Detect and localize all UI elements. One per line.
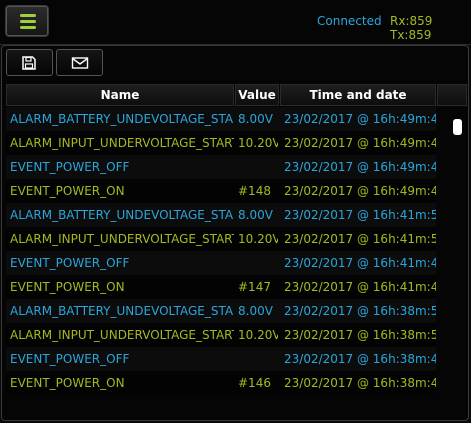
cell-time: 23/02/2017 @ 16h:38m:50s <box>284 304 436 318</box>
connection-status: Connected <box>317 14 382 28</box>
cell-name: EVENT_POWER_ON <box>10 376 125 390</box>
event-log-panel: Name Value Time and date ALARM_BATTERY_U… <box>1 45 469 421</box>
table-row[interactable]: EVENT_POWER_ON #147 23/02/2017 @ 16h:41m:4… <box>6 275 436 299</box>
hamburger-menu-icon <box>20 14 36 29</box>
save-icon <box>22 56 36 70</box>
table-row[interactable]: EVENT_POWER_OFF 23/02/2017 @ 16h:49m:41s <box>6 155 436 179</box>
envelope-icon <box>71 57 89 69</box>
cell-name: EVENT_POWER_OFF <box>10 352 130 366</box>
cell-name: EVENT_POWER_OFF <box>10 256 130 270</box>
column-header-name[interactable]: Name <box>6 84 234 106</box>
cell-value: 8.00V <box>238 112 273 126</box>
cell-name: EVENT_POWER_ON <box>10 184 125 198</box>
cell-name: ALARM_INPUT_UNDERVOLTAGE_START <box>10 232 234 246</box>
cell-name: EVENT_POWER_OFF <box>10 160 130 174</box>
cell-name: ALARM_BATTERY_UNDEVOLTAGE_START <box>10 304 234 318</box>
table-row[interactable]: ALARM_INPUT_UNDERVOLTAGE_START 10.20V 23/0… <box>6 323 436 347</box>
top-bar: Connected Rx:859 Tx:859 <box>0 0 471 45</box>
table-row[interactable]: ALARM_BATTERY_UNDEVOLTAGE_START 8.00V 23/0… <box>6 203 436 227</box>
cell-name: EVENT_POWER_ON <box>10 280 125 294</box>
event-table-body: ALARM_BATTERY_UNDEVOLTAGE_START 8.00V 23/0… <box>6 107 436 395</box>
rx-tx-counter: Rx:859 Tx:859 <box>390 14 433 42</box>
cell-value: 10.20V <box>238 328 278 342</box>
cell-value: 8.00V <box>238 304 273 318</box>
cell-time: 23/02/2017 @ 16h:38m:47s <box>284 352 436 366</box>
column-header-value[interactable]: Value <box>235 84 279 106</box>
table-row[interactable]: ALARM_BATTERY_UNDEVOLTAGE_START 8.00V 23/0… <box>6 107 436 131</box>
cell-time: 23/02/2017 @ 16h:49m:44s <box>284 112 436 126</box>
cell-value: #147 <box>238 280 271 294</box>
save-button[interactable] <box>6 49 53 76</box>
event-log-app: Connected Rx:859 Tx:859 Name Value Time … <box>0 0 471 423</box>
cell-name: ALARM_BATTERY_UNDEVOLTAGE_START <box>10 112 234 126</box>
cell-time: 23/02/2017 @ 16h:38m:47s <box>284 376 436 390</box>
cell-time: 23/02/2017 @ 16h:49m:44s <box>284 136 436 150</box>
cell-name: ALARM_BATTERY_UNDEVOLTAGE_START <box>10 208 234 222</box>
table-row[interactable]: EVENT_POWER_OFF 23/02/2017 @ 16h:38m:47s <box>6 347 436 371</box>
table-row[interactable]: EVENT_POWER_OFF 23/02/2017 @ 16h:41m:49s <box>6 251 436 275</box>
table-row[interactable]: ALARM_BATTERY_UNDEVOLTAGE_START 8.00V 23/0… <box>6 299 436 323</box>
cell-value: 10.20V <box>238 136 278 150</box>
column-header-time[interactable]: Time and date <box>280 84 436 106</box>
table-row[interactable]: EVENT_POWER_ON #148 23/02/2017 @ 16h:49m:4… <box>6 179 436 203</box>
cell-time: 23/02/2017 @ 16h:41m:52s <box>284 232 436 246</box>
cell-value: 8.00V <box>238 208 273 222</box>
table-row[interactable]: EVENT_POWER_ON #146 23/02/2017 @ 16h:38m:4… <box>6 371 436 395</box>
cell-time: 23/02/2017 @ 16h:41m:48s <box>284 280 436 294</box>
table-row[interactable]: ALARM_INPUT_UNDERVOLTAGE_START 10.20V 23/0… <box>6 131 436 155</box>
cell-value: 10.20V <box>238 232 278 246</box>
cell-name: ALARM_INPUT_UNDERVOLTAGE_START <box>10 328 234 342</box>
scrollbar-thumb[interactable] <box>453 119 462 135</box>
cell-time: 23/02/2017 @ 16h:49m:40s <box>284 184 436 198</box>
cell-time: 23/02/2017 @ 16h:41m:52s <box>284 208 436 222</box>
cell-time: 23/02/2017 @ 16h:49m:41s <box>284 160 436 174</box>
menu-button[interactable] <box>5 5 49 37</box>
cell-name: ALARM_INPUT_UNDERVOLTAGE_START <box>10 136 234 150</box>
cell-value: #148 <box>238 184 271 198</box>
table-row[interactable]: ALARM_INPUT_UNDERVOLTAGE_START 10.20V 23/0… <box>6 227 436 251</box>
cell-time: 23/02/2017 @ 16h:41m:49s <box>284 256 436 270</box>
cell-value: #146 <box>238 376 271 390</box>
vertical-scrollbar[interactable] <box>450 107 466 407</box>
column-header-spacer <box>437 84 467 106</box>
email-button[interactable] <box>56 49 103 76</box>
cell-time: 23/02/2017 @ 16h:38m:50s <box>284 328 436 342</box>
table-header: Name Value Time and date <box>6 84 467 106</box>
